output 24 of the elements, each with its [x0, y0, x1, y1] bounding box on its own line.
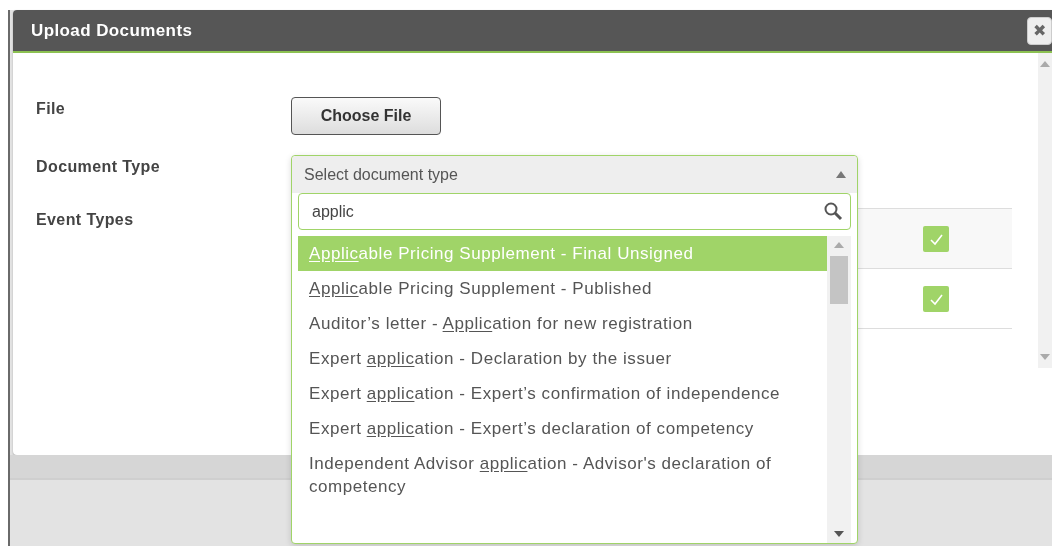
- scroll-up-icon[interactable]: [1040, 61, 1050, 67]
- search-icon: [823, 201, 843, 221]
- scrollbar[interactable]: [1038, 53, 1052, 368]
- search-field[interactable]: applic: [298, 193, 851, 230]
- document-type-select[interactable]: Select document type: [292, 156, 857, 193]
- caret-up-icon: [836, 171, 846, 178]
- document-type-label: Document Type: [36, 158, 162, 176]
- dropdown-option[interactable]: Applicable Pricing Supplement - Published: [298, 271, 827, 306]
- dropdown-option[interactable]: Auditor’s letter - Application for new registration: [298, 306, 827, 341]
- dialog-title: Upload Documents: [31, 20, 193, 41]
- dropdown-option[interactable]: Independent Advisor application - Advisor's declaration of competency: [298, 446, 827, 504]
- checkbox[interactable]: [923, 285, 949, 312]
- scrollbar[interactable]: [827, 236, 851, 543]
- scroll-up-icon[interactable]: [834, 242, 844, 248]
- event-types-label: Event Types: [36, 211, 135, 229]
- dropdown-option[interactable]: Expert application - Declaration by the issuer: [298, 341, 827, 376]
- checkbox[interactable]: [923, 225, 949, 252]
- choose-file-button[interactable]: Choose File: [291, 97, 441, 135]
- file-label: File: [36, 100, 67, 118]
- close-button[interactable]: ✖: [1027, 16, 1052, 45]
- dropdown-option[interactable]: Expert application - Expert’s confirmation of independence: [298, 376, 827, 411]
- scrollbar-thumb[interactable]: [830, 256, 848, 304]
- scroll-down-icon[interactable]: [834, 531, 844, 537]
- dropdown-option[interactable]: Expert application - Expert’s declaration of competency: [298, 411, 827, 446]
